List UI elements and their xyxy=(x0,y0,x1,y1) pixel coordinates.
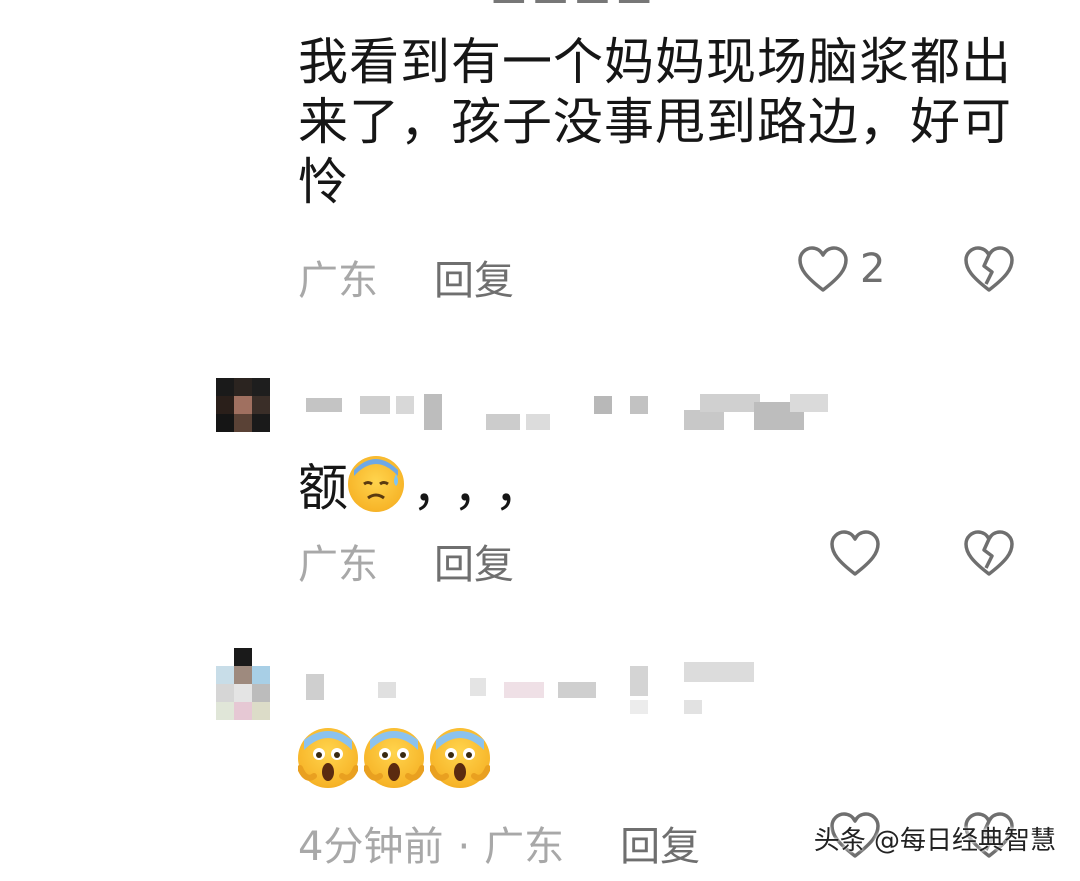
comment-meta: 4分钟前 · 广东 回复 xyxy=(298,814,700,872)
meta-separator: · xyxy=(457,824,471,870)
location-label: 广东 xyxy=(298,542,378,588)
comment-text: 额 xyxy=(298,459,348,517)
reply-button[interactable]: 回复 xyxy=(620,824,700,870)
timestamp: 4分钟前 xyxy=(298,824,444,870)
comment-emoji-line: 😱😱😱 xyxy=(298,728,490,788)
cropped-username: ▬▬▬▬ xyxy=(490,0,657,16)
like-button[interactable]: 2 xyxy=(796,244,885,294)
like-count: 2 xyxy=(860,246,886,292)
avatar[interactable] xyxy=(216,648,270,720)
reply-button[interactable]: 回复 xyxy=(434,258,514,304)
reply-button[interactable]: 回复 xyxy=(434,542,514,588)
dislike-button[interactable] xyxy=(962,528,1016,578)
username-obscured[interactable] xyxy=(300,660,860,714)
username-obscured[interactable] xyxy=(300,392,860,436)
comment-meta: 广东 回复 xyxy=(298,248,514,306)
broken-heart-icon xyxy=(962,244,1016,294)
location-label: 广东 xyxy=(298,258,378,304)
location-label: 广东 xyxy=(484,824,565,870)
comment-thread: ▬▬▬▬ 我看到有一个妈妈现场脑浆都出来了，孩子没事甩到路边，好可怜 广东回复 … xyxy=(0,0,1080,881)
screaming-face-emoji xyxy=(430,728,490,788)
dislike-button[interactable] xyxy=(962,244,1016,294)
like-button[interactable] xyxy=(828,528,882,578)
screaming-face-emoji xyxy=(364,728,424,788)
screaming-face-emoji xyxy=(298,728,358,788)
comment-trailing-text: ，，， xyxy=(412,459,560,517)
avatar[interactable] xyxy=(216,378,270,432)
watermark: 头条 @每日经典智慧 xyxy=(813,826,1056,856)
comment-meta: 广东 回复 xyxy=(298,532,514,590)
heart-outline-icon xyxy=(796,244,850,294)
anxious-sweat-emoji xyxy=(348,456,404,512)
broken-heart-icon xyxy=(962,528,1016,578)
comment-text: 我看到有一个妈妈现场脑浆都出来了，孩子没事甩到路边，好可怜 xyxy=(298,33,1012,211)
heart-outline-icon xyxy=(828,528,882,578)
comment-text-with-emoji: 额 ，，， xyxy=(298,448,560,520)
